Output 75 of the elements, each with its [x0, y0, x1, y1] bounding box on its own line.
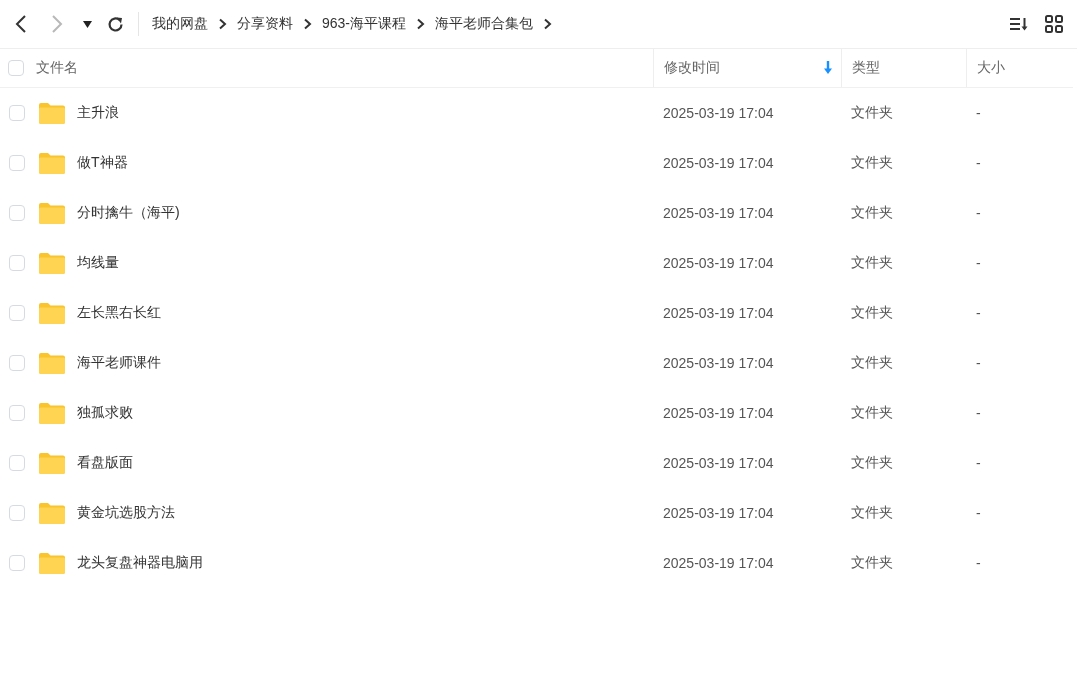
checkbox[interactable]: [9, 555, 25, 571]
checkbox[interactable]: [9, 205, 25, 221]
file-size: -: [975, 155, 982, 171]
modified-time: 2025-03-19 17:04: [662, 205, 775, 221]
breadcrumb-link[interactable]: 我的网盘: [152, 15, 208, 33]
chevron-right-icon: [303, 18, 312, 30]
checkbox[interactable]: [9, 305, 25, 321]
chevron-right-icon: [416, 18, 426, 30]
modified-time: 2025-03-19 17:04: [662, 355, 775, 371]
modified-time: 2025-03-19 17:04: [662, 455, 775, 471]
file-size: -: [975, 105, 982, 121]
chevron-right-icon: [543, 18, 553, 30]
breadcrumb-link[interactable]: 海平老师合集包: [435, 15, 534, 33]
file-size: -: [975, 455, 982, 471]
checkbox[interactable]: [9, 355, 25, 371]
modified-time: 2025-03-19 17:04: [662, 405, 775, 421]
modified-time: 2025-03-19 17:04: [662, 255, 775, 271]
chevron-right-icon: [218, 18, 227, 30]
breadcrumb-link[interactable]: 分享资料: [237, 15, 293, 33]
file-type: 文件夹: [850, 354, 894, 372]
file-type: 文件夹: [850, 204, 894, 222]
file-type: 文件夹: [850, 154, 894, 172]
file-name[interactable]: 主升浪: [77, 104, 119, 122]
file-name[interactable]: 左长黑右长红: [77, 304, 161, 322]
checkbox[interactable]: [9, 255, 25, 271]
sort-down-arrow-icon[interactable]: [823, 61, 833, 75]
file-size: -: [975, 205, 982, 221]
folder-icon: [39, 102, 65, 124]
checkbox[interactable]: [8, 60, 24, 76]
file-name[interactable]: 龙头复盘神器电脑用: [77, 554, 203, 572]
folder-icon: [39, 202, 65, 224]
column-header[interactable]: 修改时间: [664, 59, 720, 77]
column-header[interactable]: 文件名: [36, 59, 78, 77]
file-name[interactable]: 海平老师课件: [77, 354, 161, 372]
checkbox[interactable]: [9, 455, 25, 471]
folder-icon: [39, 152, 65, 174]
checkbox[interactable]: [9, 105, 25, 121]
breadcrumb-link[interactable]: 963-海平课程: [322, 15, 407, 33]
file-size: -: [975, 305, 982, 321]
folder-icon: [39, 352, 65, 374]
file-type: 文件夹: [850, 304, 894, 322]
file-size: -: [975, 555, 982, 571]
file-name[interactable]: 黄金坑选股方法: [77, 504, 175, 522]
modified-time: 2025-03-19 17:04: [662, 555, 775, 571]
file-size: -: [975, 405, 982, 421]
column-header[interactable]: 类型: [852, 59, 880, 77]
folder-icon: [39, 452, 65, 474]
column-header[interactable]: 大小: [977, 59, 1005, 77]
file-type: 文件夹: [850, 454, 894, 472]
checkbox[interactable]: [9, 405, 25, 421]
file-size: -: [975, 505, 982, 521]
grid-view-icon[interactable]: [1043, 13, 1065, 35]
modified-time: 2025-03-19 17:04: [662, 105, 775, 121]
file-name[interactable]: 看盘版面: [77, 454, 133, 472]
file-name[interactable]: 做T神器: [77, 154, 128, 172]
folder-icon: [39, 552, 65, 574]
folder-icon: [39, 502, 65, 524]
file-type: 文件夹: [850, 254, 894, 272]
file-name[interactable]: 均线量: [77, 254, 119, 272]
modified-time: 2025-03-19 17:04: [662, 305, 775, 321]
folder-icon: [39, 302, 65, 324]
checkbox[interactable]: [9, 155, 25, 171]
folder-icon: [39, 402, 65, 424]
file-size: -: [975, 255, 982, 271]
file-name[interactable]: 分时擒牛（海平): [77, 204, 180, 222]
file-name[interactable]: 独孤求败: [77, 404, 133, 422]
modified-time: 2025-03-19 17:04: [662, 505, 775, 521]
file-size: -: [975, 355, 982, 371]
file-type: 文件夹: [850, 504, 894, 522]
folder-icon: [39, 252, 65, 274]
file-type: 文件夹: [850, 104, 894, 122]
checkbox[interactable]: [9, 505, 25, 521]
file-type: 文件夹: [850, 404, 894, 422]
modified-time: 2025-03-19 17:04: [662, 155, 775, 171]
file-type: 文件夹: [850, 554, 894, 572]
